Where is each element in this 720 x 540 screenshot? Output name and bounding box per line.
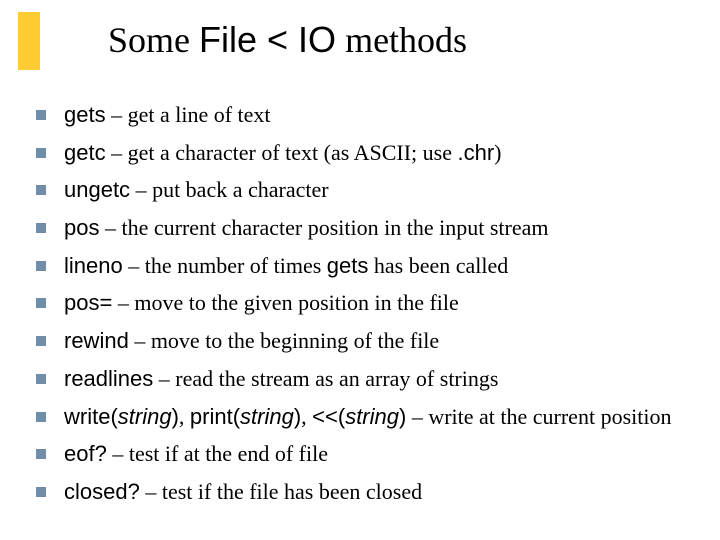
text-segment: – move to the beginning of the file — [129, 328, 439, 353]
bullet-icon — [36, 298, 46, 308]
text-segment: – test if at the end of file — [107, 441, 328, 466]
text-segment: readlines — [64, 366, 153, 391]
text-segment: ) — [494, 140, 501, 165]
list-item: readlines – read the stream as an array … — [36, 364, 690, 394]
text-segment: – test if the file has been closed — [140, 479, 422, 504]
text-segment: pos — [64, 215, 99, 240]
bullet-icon — [36, 223, 46, 233]
list-item-text: pos= – move to the given position in the… — [64, 288, 690, 318]
slide-title: Some File < IO methods — [108, 20, 467, 61]
text-segment: write( — [64, 404, 118, 429]
list-item: rewind – move to the beginning of the fi… — [36, 326, 690, 356]
list-item: ungetc – put back a character — [36, 175, 690, 205]
text-segment: lineno — [64, 253, 123, 278]
text-segment: gets — [64, 102, 106, 127]
text-segment: eof? — [64, 441, 107, 466]
title-post: methods — [336, 20, 467, 60]
list-item: lineno – the number of times gets has be… — [36, 251, 690, 281]
text-segment: string — [345, 404, 399, 429]
list-item: write(string), print(string), <<(string)… — [36, 402, 690, 432]
list-item-text: lineno – the number of times gets has be… — [64, 251, 690, 281]
bullet-icon — [36, 449, 46, 459]
list-item: closed? – test if the file has been clos… — [36, 477, 690, 507]
text-segment: pos= — [64, 290, 112, 315]
text-segment: string — [240, 404, 294, 429]
bullet-icon — [36, 487, 46, 497]
text-segment: – get a character of text (as ASCII; use — [106, 140, 458, 165]
bullet-icon — [36, 412, 46, 422]
list-item-text: gets – get a line of text — [64, 100, 690, 130]
text-segment: – the current character position in the … — [99, 215, 548, 240]
text-segment: – put back a character — [130, 177, 329, 202]
accent-bar — [18, 12, 40, 70]
list-item: eof? – test if at the end of file — [36, 439, 690, 469]
text-segment: ungetc — [64, 177, 130, 202]
text-segment: – read the stream as an array of strings — [153, 366, 498, 391]
text-segment: – the number of times — [123, 253, 327, 278]
text-segment: getc — [64, 140, 106, 165]
text-segment: <<( — [312, 404, 345, 429]
bullet-icon — [36, 374, 46, 384]
text-segment: – get a line of text — [106, 102, 271, 127]
list-item: gets – get a line of text — [36, 100, 690, 130]
text-segment: string — [118, 404, 172, 429]
text-segment: rewind — [64, 328, 129, 353]
text-segment: print( — [190, 404, 240, 429]
list-item-text: write(string), print(string), <<(string)… — [64, 402, 690, 432]
bullet-list: gets – get a line of textgetc – get a ch… — [36, 100, 690, 515]
list-item-text: ungetc – put back a character — [64, 175, 690, 205]
title-pre: Some — [108, 20, 199, 60]
text-segment: ) — [172, 404, 179, 429]
text-segment: , — [179, 404, 190, 429]
text-segment: – write at the current position — [406, 404, 671, 429]
list-item-text: readlines – read the stream as an array … — [64, 364, 690, 394]
list-item-text: rewind – move to the beginning of the fi… — [64, 326, 690, 356]
list-item: pos – the current character position in … — [36, 213, 690, 243]
bullet-icon — [36, 110, 46, 120]
list-item: getc – get a character of text (as ASCII… — [36, 138, 690, 168]
bullet-icon — [36, 148, 46, 158]
text-segment: gets — [327, 253, 369, 278]
text-segment: , — [301, 404, 312, 429]
title-code: File < IO — [199, 19, 336, 60]
list-item-text: eof? – test if at the end of file — [64, 439, 690, 469]
list-item-text: getc – get a character of text (as ASCII… — [64, 138, 690, 168]
text-segment: .chr — [457, 140, 494, 165]
text-segment: – move to the given position in the file — [112, 290, 458, 315]
text-segment: has been called — [368, 253, 508, 278]
list-item: pos= – move to the given position in the… — [36, 288, 690, 318]
list-item-text: closed? – test if the file has been clos… — [64, 477, 690, 507]
list-item-text: pos – the current character position in … — [64, 213, 690, 243]
text-segment: closed? — [64, 479, 140, 504]
bullet-icon — [36, 185, 46, 195]
bullet-icon — [36, 336, 46, 346]
bullet-icon — [36, 261, 46, 271]
